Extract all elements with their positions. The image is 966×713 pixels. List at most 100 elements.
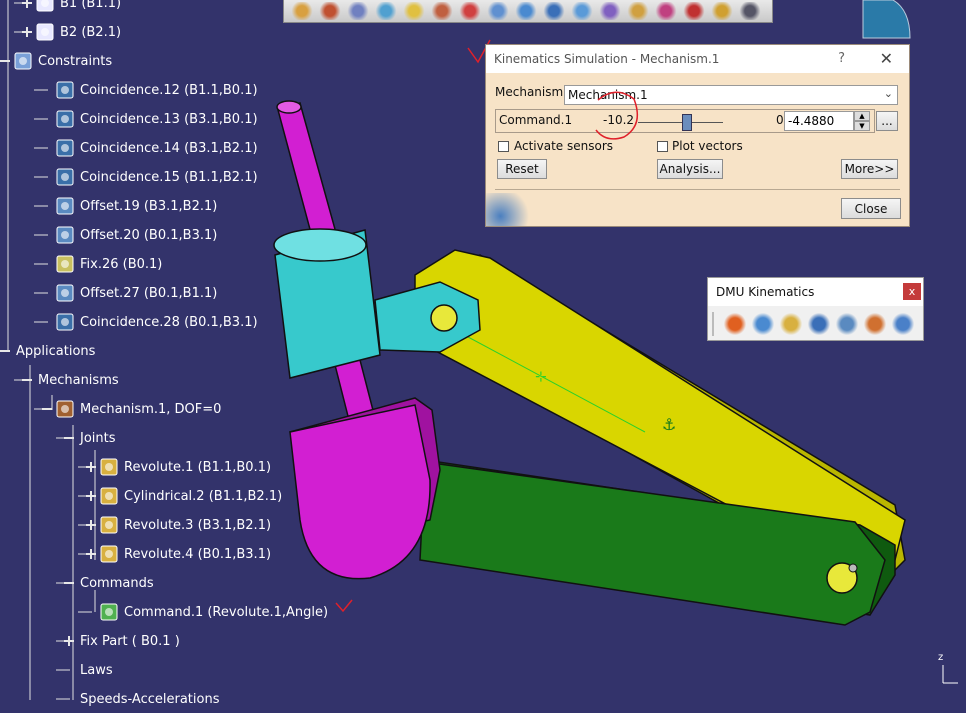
dmu-title-bar[interactable]: DMU Kinematics <box>708 278 923 306</box>
fixed-part-icon[interactable] <box>780 313 802 335</box>
tree-node[interactable]: Speeds-Accelerations <box>64 688 219 710</box>
dmu-close-icon[interactable]: x <box>903 283 921 300</box>
expand-plus-icon[interactable] <box>86 520 96 530</box>
tree-node[interactable]: Coincidence.15 (B1.1,B2.1) <box>42 166 258 188</box>
help-icon[interactable]: ? <box>838 51 845 66</box>
sensor-icon[interactable] <box>836 313 858 335</box>
collapse-minus-icon[interactable] <box>64 433 74 443</box>
tree-node[interactable]: Coincidence.12 (B1.1,B0.1) <box>42 79 258 101</box>
tool-10-icon[interactable] <box>542 2 566 20</box>
tree-node-label: Cylindrical.2 (B1.1,B2.1) <box>124 488 283 504</box>
tool-11-icon[interactable] <box>570 2 594 20</box>
tree-node[interactable]: Laws <box>64 659 113 681</box>
specification-tree: B1 (B1.1) B2 (B2.1) Constraints Coincidence… <box>0 0 330 713</box>
dmu-kinematics-toolbar: DMU Kinematics x <box>707 277 924 341</box>
toolbar-grip[interactable] <box>712 312 714 336</box>
product-icon <box>34 0 56 14</box>
plot-vectors-checkbox[interactable] <box>657 141 668 152</box>
tree-node[interactable]: Constraints <box>0 50 112 72</box>
tree-node-label: Constraints <box>38 53 113 69</box>
revolute-joint-icon <box>98 514 120 536</box>
tree-node-label: Coincidence.12 (B1.1,B0.1) <box>80 82 258 98</box>
coincidence-icon <box>54 311 76 333</box>
command-spin-input[interactable]: -4.4880 <box>784 111 854 131</box>
tool-5-icon[interactable] <box>402 2 426 20</box>
tree-node-label: B2 (B2.1) <box>60 24 122 40</box>
expand-plus-icon[interactable] <box>64 636 74 646</box>
mechanism-analysis-icon[interactable] <box>892 313 914 335</box>
tree-node[interactable]: Offset.20 (B0.1,B3.1) <box>42 224 217 246</box>
command-slider-thumb[interactable] <box>682 114 692 131</box>
tree-node[interactable]: Coincidence.14 (B3.1,B2.1) <box>42 137 258 159</box>
spin-down-icon[interactable]: ▼ <box>854 121 870 131</box>
reset-button[interactable]: Reset <box>497 159 547 179</box>
tree-node[interactable]: Coincidence.28 (B0.1,B3.1) <box>42 311 258 333</box>
tree-node-label: Coincidence.15 (B1.1,B2.1) <box>80 169 258 185</box>
tree-node[interactable]: Mechanism.1, DOF=0 <box>42 398 221 420</box>
tree-node-label: Commands <box>80 575 154 591</box>
command-icon <box>98 601 120 623</box>
tree-node[interactable]: B2 (B2.1) <box>22 21 121 43</box>
analysis-button[interactable]: Analysis... <box>657 159 723 179</box>
tree-node[interactable]: Command.1 (Revolute.1,Angle) <box>86 601 328 623</box>
tool-9-icon[interactable] <box>514 2 538 20</box>
activate-sensors-label: Activate sensors <box>514 139 614 153</box>
tool-12-icon[interactable] <box>598 2 622 20</box>
mechanism-icon <box>54 398 76 420</box>
tree-node[interactable]: Fix Part ( B0.1 ) <box>64 630 180 652</box>
simulation-icon[interactable] <box>724 313 746 335</box>
expand-plus-icon[interactable] <box>86 549 96 559</box>
dialog-title-bar[interactable]: Kinematics Simulation - Mechanism.1 ? ✕ <box>486 45 909 73</box>
expand-plus-icon[interactable] <box>86 491 96 501</box>
tool-15-icon[interactable] <box>682 2 706 20</box>
tool-6-icon[interactable] <box>430 2 454 20</box>
collapse-minus-icon[interactable] <box>0 346 10 356</box>
tree-node[interactable]: Joints <box>64 427 116 449</box>
tree-node[interactable]: Cylindrical.2 (B1.1,B2.1) <box>86 485 282 507</box>
tree-node[interactable]: Commands <box>64 572 154 594</box>
close-icon[interactable]: ✕ <box>880 49 893 68</box>
close-button[interactable]: Close <box>841 198 901 219</box>
fix-icon <box>54 253 76 275</box>
tool-4-icon[interactable] <box>374 2 398 20</box>
tree-node-label: Coincidence.13 (B3.1,B0.1) <box>80 111 258 127</box>
command-slider-track[interactable] <box>638 122 723 123</box>
tool-13-icon[interactable] <box>626 2 650 20</box>
collapse-minus-icon[interactable] <box>0 56 10 66</box>
tree-node-label: Command.1 (Revolute.1,Angle) <box>124 604 329 620</box>
compass-icon[interactable]: y <box>858 0 918 40</box>
tree-node[interactable]: Coincidence.13 (B3.1,B0.1) <box>42 108 258 130</box>
speed-acceleration-icon[interactable] <box>864 313 886 335</box>
spin-up-icon[interactable]: ▲ <box>854 111 870 121</box>
tree-node[interactable]: Applications <box>0 340 95 362</box>
tree-node[interactable]: Mechanisms <box>22 369 119 391</box>
tree-node[interactable]: Revolute.1 (B1.1,B0.1) <box>86 456 271 478</box>
collapse-minus-icon[interactable] <box>22 375 32 385</box>
tool-8-icon[interactable] <box>486 2 510 20</box>
expand-plus-icon[interactable] <box>22 27 32 37</box>
tree-node[interactable]: Offset.27 (B0.1,B1.1) <box>42 282 217 304</box>
coincidence-icon <box>54 108 76 130</box>
more-button[interactable]: More>> <box>841 159 898 179</box>
tool-3-icon[interactable] <box>346 2 370 20</box>
tree-node[interactable]: Revolute.4 (B0.1,B3.1) <box>86 543 271 565</box>
collapse-minus-icon[interactable] <box>42 404 52 414</box>
tree-node-label: Joints <box>80 430 116 446</box>
tool-16-icon[interactable] <box>710 2 734 20</box>
tree-node[interactable]: B1 (B1.1) <box>22 0 121 14</box>
assembly-constraints-icon[interactable] <box>808 313 830 335</box>
tree-node[interactable]: Offset.19 (B3.1,B2.1) <box>42 195 217 217</box>
tree-node[interactable]: Revolute.3 (B3.1,B2.1) <box>86 514 271 536</box>
activate-sensors-checkbox[interactable] <box>498 141 509 152</box>
expand-plus-icon[interactable] <box>86 462 96 472</box>
command-more-button[interactable]: ... <box>876 111 898 131</box>
tool-17-icon[interactable] <box>738 2 762 20</box>
tool-14-icon[interactable] <box>654 2 678 20</box>
tree-node-label: Offset.27 (B0.1,B1.1) <box>80 285 218 301</box>
tool-7-icon[interactable] <box>458 2 482 20</box>
joints-icon[interactable] <box>752 313 774 335</box>
tree-node[interactable]: Fix.26 (B0.1) <box>42 253 162 275</box>
expand-plus-icon[interactable] <box>22 0 32 8</box>
collapse-minus-icon[interactable] <box>64 578 74 588</box>
revolute-joint-icon <box>98 456 120 478</box>
